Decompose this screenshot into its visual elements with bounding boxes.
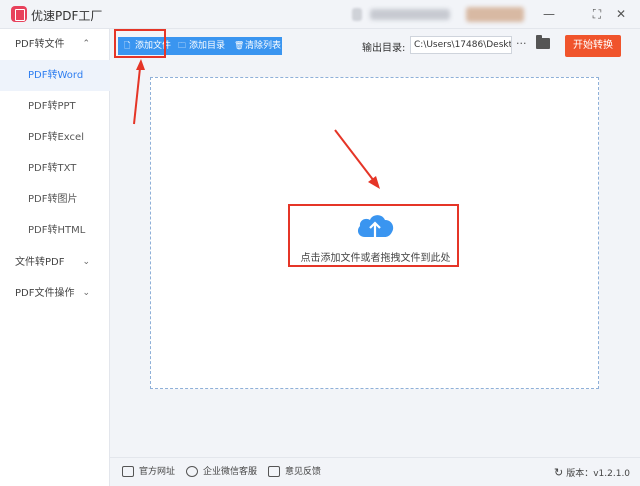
sidebar-group-label: 文件转PDF — [15, 257, 65, 268]
footer: 官方网址 企业微信客服 意见反馈 ↻ 版本：v1.2.1.0 — [110, 457, 640, 486]
sidebar-item-label: PDF转图片 — [28, 194, 78, 205]
refresh-icon[interactable]: ↻ — [554, 466, 563, 479]
start-convert-button[interactable]: 开始转换 — [565, 35, 621, 57]
feedback-link[interactable]: 意见反馈 — [268, 466, 321, 478]
sidebar-item-label: PDF转Word — [28, 70, 84, 81]
sidebar-group-label: PDF转文件 — [15, 39, 65, 50]
chevron-up-icon: ⌃ — [82, 39, 90, 49]
sidebar-group-file-to-pdf[interactable]: 文件转PDF ⌄ — [0, 247, 110, 278]
app-title: 优速PDF工厂 — [31, 9, 103, 23]
maximize-button[interactable]: ⛶ — [588, 5, 606, 23]
sidebar: PDF转文件 ⌃ PDF转Word PDF转PPT PDF转Excel PDF转… — [0, 29, 110, 486]
sidebar-item-pdf-to-image[interactable]: PDF转图片 — [0, 184, 110, 215]
folder-outline-icon: 🗀 — [178, 41, 186, 50]
annotation-box-drop-area — [288, 204, 459, 267]
sidebar-item-pdf-to-excel[interactable]: PDF转Excel — [0, 122, 110, 153]
sidebar-item-label: PDF转PPT — [28, 101, 76, 112]
sidebar-item-label: PDF转HTML — [28, 225, 86, 236]
wechat-label: 企业微信客服 — [203, 467, 258, 477]
clear-list-label: 清除列表 — [245, 41, 282, 51]
close-button[interactable]: ✕ — [612, 5, 630, 23]
monitor-icon — [122, 466, 134, 477]
app-logo-icon — [11, 6, 27, 22]
blurred-avatar — [352, 8, 362, 21]
blurred-account-info — [370, 9, 450, 20]
sidebar-item-pdf-to-ppt[interactable]: PDF转PPT — [0, 91, 110, 122]
chevron-down-icon: ⌄ — [82, 257, 90, 267]
title-bar: 优速PDF工厂 — ⛶ ✕ — [0, 0, 640, 29]
chevron-down-icon: ⌄ — [82, 288, 90, 298]
annotation-box-add-file — [114, 29, 166, 58]
sidebar-item-label: PDF转Excel — [28, 132, 84, 143]
wechat-support-link[interactable]: 企业微信客服 — [186, 466, 257, 478]
blurred-badge — [466, 7, 524, 22]
sidebar-item-pdf-to-txt[interactable]: PDF转TXT — [0, 153, 110, 184]
sidebar-item-label: PDF转TXT — [28, 163, 77, 174]
open-folder-icon[interactable] — [536, 35, 550, 49]
feedback-label: 意见反馈 — [285, 467, 322, 477]
feedback-icon — [268, 466, 280, 477]
website-label: 官方网址 — [139, 467, 176, 477]
add-folder-button[interactable]: 🗀 添加目录 — [172, 37, 228, 55]
minimize-button[interactable]: — — [540, 5, 558, 23]
add-folder-label: 添加目录 — [189, 41, 226, 51]
trash-icon: 🗑 — [234, 41, 245, 50]
sidebar-item-pdf-to-html[interactable]: PDF转HTML — [0, 215, 110, 246]
output-path-field[interactable]: C:\Users\17486\Deskto — [410, 36, 512, 54]
version-info: ↻ 版本：v1.2.1.0 — [554, 466, 630, 479]
sidebar-item-pdf-to-word[interactable]: PDF转Word — [0, 60, 110, 91]
sidebar-group-pdf-operations[interactable]: PDF文件操作 ⌄ — [0, 278, 110, 309]
chat-icon — [186, 466, 198, 477]
output-dir-label: 输出目录: — [362, 43, 406, 54]
sidebar-group-label: PDF文件操作 — [15, 288, 75, 299]
clear-list-button[interactable]: 🗑清除列表 — [228, 37, 282, 55]
sidebar-group-pdf-to-file[interactable]: PDF转文件 ⌃ — [0, 29, 110, 60]
version-label: 版本：v1.2.1.0 — [566, 469, 631, 479]
website-link[interactable]: 官方网址 — [122, 466, 175, 478]
more-button[interactable]: ··· — [516, 37, 527, 50]
